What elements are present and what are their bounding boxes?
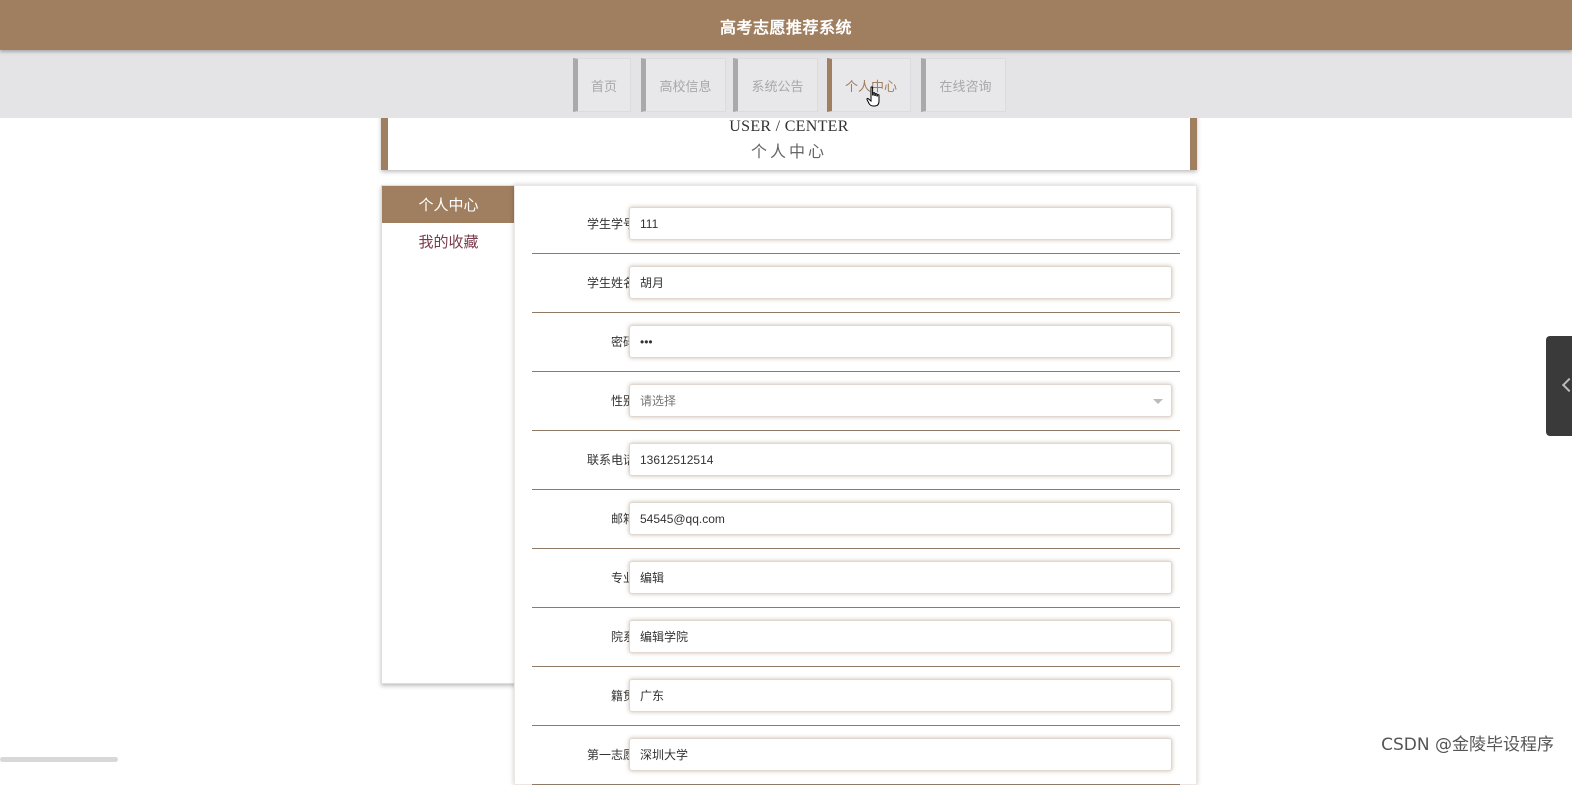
horizontal-scrollbar[interactable]: [0, 757, 118, 762]
nav-item-announcements[interactable]: 系统公告: [733, 58, 818, 112]
main-nav: 首页 高校信息 系统公告 个人中心 在线咨询: [0, 50, 1572, 118]
profile-form: 学生学号 111 学生姓名 胡月 密码 ••• 性别 请选择 联系电话 1361…: [514, 185, 1197, 785]
user-center-heading: USER / CENTER 个人中心: [381, 114, 1197, 170]
major-input[interactable]: 编辑: [629, 561, 1172, 594]
gender-select[interactable]: 请选择: [629, 384, 1172, 417]
hand-cursor-icon: [866, 86, 880, 107]
site-title: 高考志愿推荐系统: [719, 20, 852, 37]
heading-en: USER / CENTER: [729, 118, 849, 135]
form-row-major: 专业 编辑: [532, 549, 1180, 608]
form-row-department: 院系 编辑学院: [532, 608, 1180, 667]
form-row-password: 密码 •••: [532, 313, 1180, 372]
form-row-phone: 联系电话 13612512514: [532, 431, 1180, 490]
password-input[interactable]: •••: [629, 325, 1172, 358]
nav-item-colleges[interactable]: 高校信息: [641, 58, 726, 112]
phone-input[interactable]: 13612512514: [629, 443, 1172, 476]
gender-select-value: 请选择: [640, 394, 677, 408]
field-label: 学生学号: [586, 217, 635, 231]
watermark: CSDN @金陵毕设程序: [1381, 735, 1554, 755]
nav-item-home[interactable]: 首页: [573, 58, 631, 112]
student-name-input[interactable]: 胡月: [629, 266, 1172, 299]
field-label: 学生姓名: [586, 276, 635, 290]
form-row-first-choice: 第一志愿 深圳大学: [532, 726, 1180, 785]
heading-cn: 个人中心: [750, 144, 827, 161]
chevron-left-icon: [1561, 377, 1572, 393]
field-label: 联系电话: [586, 453, 635, 467]
field-label: 第一志愿: [586, 748, 635, 762]
nav-item-consult[interactable]: 在线咨询: [921, 58, 1006, 112]
sidebar-item-user-center[interactable]: 个人中心: [382, 186, 515, 223]
top-header-bar: 高考志愿推荐系统: [0, 0, 1572, 50]
form-row-gender: 性别 请选择: [532, 372, 1180, 431]
sidebar-item-favorites[interactable]: 我的收藏: [382, 223, 515, 259]
sidebar-menu: 个人中心 我的收藏: [381, 185, 516, 684]
email-input[interactable]: 54545@qq.com: [629, 502, 1172, 535]
hometown-input[interactable]: 广东: [629, 679, 1172, 712]
department-input[interactable]: 编辑学院: [629, 620, 1172, 653]
side-float-toggle[interactable]: [1546, 336, 1572, 436]
form-row-student-id: 学生学号 111: [532, 195, 1180, 254]
student-id-input[interactable]: 111: [629, 207, 1172, 240]
form-row-student-name: 学生姓名 胡月: [532, 254, 1180, 313]
chevron-down-icon: [1153, 399, 1163, 404]
form-row-hometown: 籍贯 广东: [532, 667, 1180, 726]
form-row-email: 邮箱 54545@qq.com: [532, 490, 1180, 549]
first-choice-input[interactable]: 深圳大学: [629, 738, 1172, 771]
